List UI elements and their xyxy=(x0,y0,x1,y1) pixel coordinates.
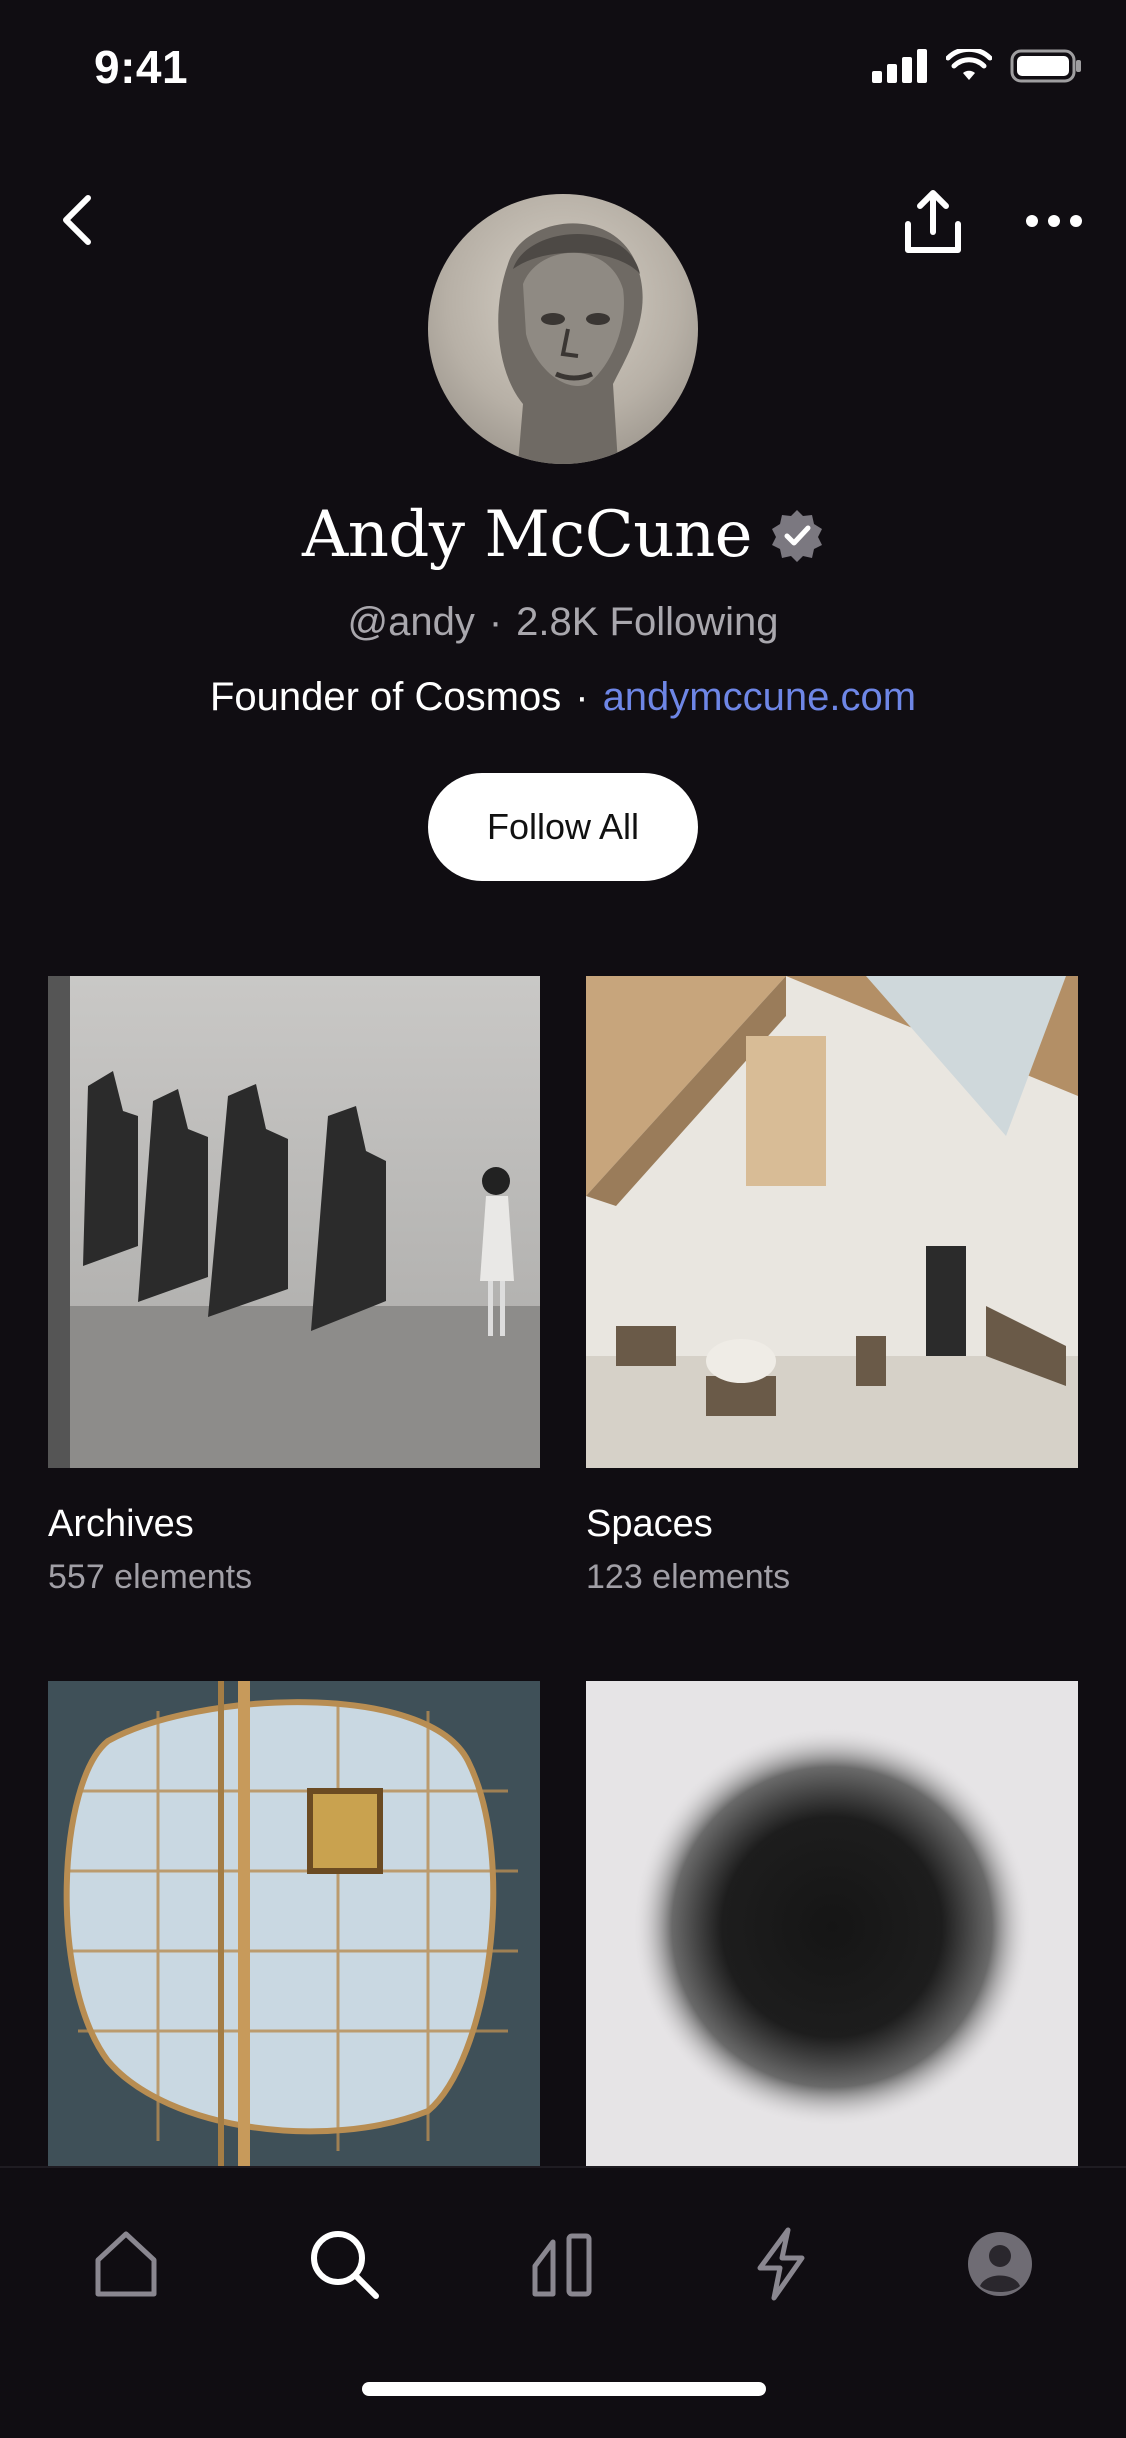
share-icon[interactable] xyxy=(898,188,968,258)
search-icon[interactable] xyxy=(304,2224,384,2304)
status-icons xyxy=(872,48,1082,84)
orb-image xyxy=(586,1681,1078,2166)
collection-title[interactable]: Archives xyxy=(48,1503,194,1546)
spaces-image xyxy=(586,976,1078,1468)
signal-icon xyxy=(872,49,927,83)
battery-icon xyxy=(1010,49,1081,83)
library-icon[interactable] xyxy=(523,2224,603,2304)
bio-row: Founder of Cosmos · andymccune.com xyxy=(0,675,1126,720)
collection-count: 557 elements xyxy=(48,1558,253,1596)
collection-title[interactable]: Spaces xyxy=(586,1503,713,1546)
archives-image xyxy=(48,976,540,1468)
wifi-icon xyxy=(946,49,992,80)
handle-row: @andy · 2.8K Following xyxy=(0,600,1126,645)
collection-cover-3[interactable] xyxy=(48,1681,540,2166)
profile-name: Andy McCune xyxy=(301,498,753,572)
name-row: Andy McCune xyxy=(0,498,1126,572)
separator-dot: · xyxy=(488,600,503,644)
collection-count: 123 elements xyxy=(586,1558,791,1596)
collection-cover-archives[interactable] xyxy=(48,976,540,1468)
avatar[interactable] xyxy=(428,194,698,464)
lamp-image xyxy=(48,1681,540,2166)
status-time: 9:41 xyxy=(94,41,189,93)
profile-handle[interactable]: @andy xyxy=(347,600,474,644)
avatar-image xyxy=(498,223,643,464)
tab-bar xyxy=(0,2166,1126,2438)
collection-cover-spaces[interactable] xyxy=(586,976,1078,1468)
profile-icon[interactable] xyxy=(960,2224,1040,2304)
activity-icon[interactable] xyxy=(742,2224,822,2304)
profile-bio: Founder of Cosmos xyxy=(209,675,562,719)
following-count[interactable]: 2.8K Following xyxy=(516,600,778,644)
collection-cover-4[interactable] xyxy=(586,1681,1078,2166)
home-icon[interactable] xyxy=(86,2224,166,2304)
more-icon[interactable] xyxy=(1024,196,1084,246)
home-indicator[interactable] xyxy=(362,2382,766,2396)
back-icon[interactable] xyxy=(50,190,110,250)
separator-dot: · xyxy=(575,675,589,719)
website-link[interactable]: andymccune.com xyxy=(603,675,916,719)
verified-icon xyxy=(772,510,823,562)
follow-all-button[interactable]: Follow All xyxy=(428,773,698,881)
